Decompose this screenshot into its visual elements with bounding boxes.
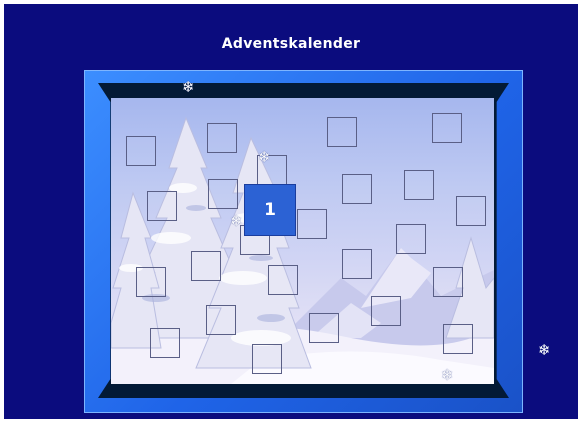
calendar-door[interactable]: [433, 267, 463, 297]
snowflake-icon: ❄: [441, 366, 454, 384]
snowflake-icon: ❄: [182, 78, 195, 96]
calendar-window: Adventskalender 1 ❄ ❄ ❄ ❄ ❄: [4, 4, 578, 419]
calendar-door[interactable]: [252, 344, 282, 374]
calendar-door[interactable]: [136, 267, 166, 297]
calendar-door[interactable]: [208, 179, 238, 209]
calendar-door[interactable]: [150, 328, 180, 358]
calendar-door[interactable]: [432, 113, 462, 143]
calendar-door[interactable]: [207, 123, 237, 153]
calendar-door[interactable]: [342, 174, 372, 204]
calendar-door[interactable]: [191, 251, 221, 281]
calendar-door[interactable]: [371, 296, 401, 326]
snowflake-icon: ❄: [258, 148, 271, 166]
calendar-door[interactable]: [443, 324, 473, 354]
snowflake-icon: ❄: [230, 212, 243, 230]
calendar-door[interactable]: [309, 313, 339, 343]
calendar-door[interactable]: [206, 305, 236, 335]
calendar-door-opened[interactable]: 1: [244, 184, 296, 236]
calendar-door[interactable]: [327, 117, 357, 147]
calendar-door[interactable]: [342, 249, 372, 279]
snowflake-icon: ❄: [538, 341, 551, 359]
calendar-door[interactable]: [456, 196, 486, 226]
calendar-door[interactable]: [147, 191, 177, 221]
calendar-door[interactable]: [126, 136, 156, 166]
door-number: 1: [264, 200, 276, 220]
calendar-title: Adventskalender: [221, 36, 361, 52]
calendar-door[interactable]: [396, 224, 426, 254]
calendar-door[interactable]: [268, 265, 298, 295]
calendar-door[interactable]: [297, 209, 327, 239]
calendar-door[interactable]: [404, 170, 434, 200]
